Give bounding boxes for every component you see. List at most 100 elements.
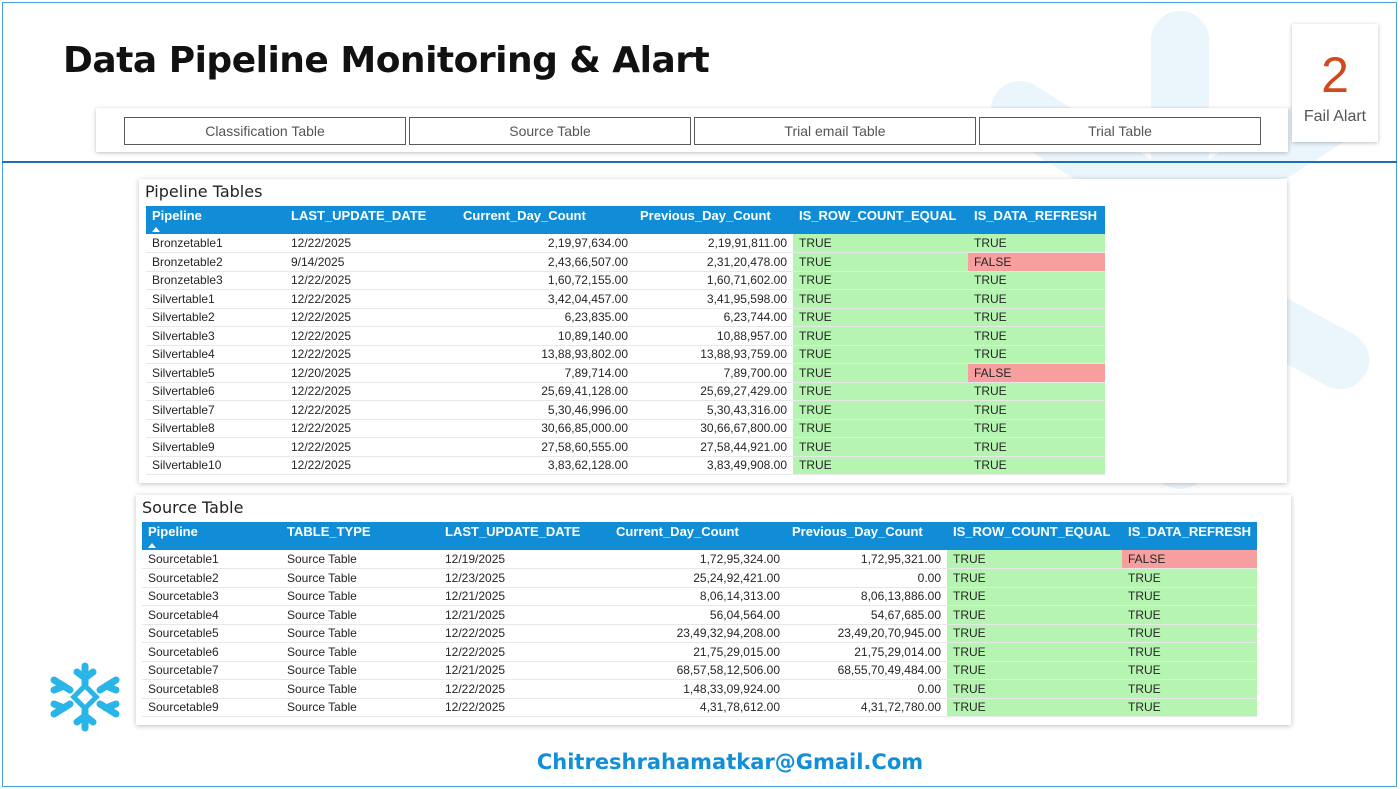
table-row[interactable]: Silvertable6 12/22/2025 25,69,41,128.00 25,… — [146, 382, 1105, 401]
column-header-previous-day-count[interactable]: Previous_Day_Count — [634, 206, 793, 234]
table-row[interactable]: Silvertable1 12/22/2025 3,42,04,457.00 3,41… — [146, 289, 1105, 309]
column-header-current-day-count[interactable]: Current_Day_Count — [610, 522, 786, 550]
status-cell: TRUE — [793, 271, 968, 290]
table-row[interactable]: Silvertable7 12/22/2025 5,30,46,996.00 5,30… — [146, 400, 1105, 420]
status-cell: TRUE — [947, 679, 1122, 699]
table-cell: 12/22/2025 — [285, 400, 457, 420]
pipeline-name-cell: Silvertable9 — [146, 437, 285, 457]
fail-alert-card: 2 Fail Alart — [1292, 24, 1378, 142]
table-row[interactable]: Sourcetable9 Source Table 12/22/2025 4,31,7… — [142, 698, 1257, 717]
column-header-last-update-date[interactable]: LAST_UPDATE_DATE — [285, 206, 457, 234]
table-cell: 12/21/2025 — [439, 661, 610, 680]
source-table-panel: Source Table Pipeline TABLE_TYPE LAST_UP… — [136, 495, 1291, 725]
table-row[interactable]: Silvertable10 12/22/2025 3,83,62,128.00 3,8… — [146, 456, 1105, 475]
status-cell: TRUE — [1122, 642, 1257, 662]
column-header-previous-day-count[interactable]: Previous_Day_Count — [786, 522, 947, 550]
pipeline-name-cell: Sourcetable3 — [142, 587, 281, 606]
status-cell: TRUE — [793, 345, 968, 364]
table-cell: Source Table — [281, 550, 439, 569]
status-cell: TRUE — [968, 271, 1105, 290]
column-header-table-type[interactable]: TABLE_TYPE — [281, 522, 439, 550]
table-row[interactable]: Sourcetable4 Source Table 12/21/2025 56,04,… — [142, 605, 1257, 625]
table-cell: 12/22/2025 — [285, 382, 457, 401]
count-cell: 30,66,67,800.00 — [634, 419, 793, 438]
status-cell: TRUE — [947, 568, 1122, 588]
table-row[interactable]: Silvertable3 12/22/2025 10,89,140.00 10,88,… — [146, 326, 1105, 346]
table-cell: 12/22/2025 — [439, 624, 610, 643]
count-cell: 1,72,95,321.00 — [786, 550, 947, 569]
table-row[interactable]: Silvertable4 12/22/2025 13,88,93,802.00 13,… — [146, 345, 1105, 364]
column-header-current-day-count[interactable]: Current_Day_Count — [457, 206, 634, 234]
count-cell: 2,19,91,811.00 — [634, 234, 793, 253]
fail-alert-label: Fail Alart — [1303, 108, 1367, 125]
column-header-is-data-refresh[interactable]: IS_DATA_REFRESH — [1122, 522, 1257, 550]
table-cell: 12/21/2025 — [439, 587, 610, 606]
table-cell: 9/14/2025 — [285, 252, 457, 272]
table-row[interactable]: Bronzetable3 12/22/2025 1,60,72,155.00 1,60… — [146, 271, 1105, 290]
status-cell: TRUE — [1122, 605, 1257, 625]
status-cell: TRUE — [1122, 661, 1257, 680]
count-cell: 8,06,13,886.00 — [786, 587, 947, 606]
table-tab-bar: Classification Table Source Table Trial … — [96, 108, 1288, 152]
table-row[interactable]: Sourcetable3 Source Table 12/21/2025 8,06,1… — [142, 587, 1257, 606]
table-row[interactable]: Bronzetable2 9/14/2025 2,43,66,507.00 2,31,… — [146, 252, 1105, 272]
pipeline-name-cell: Silvertable6 — [146, 382, 285, 401]
count-cell: 1,72,95,324.00 — [610, 550, 786, 569]
column-header-is-row-count-equal[interactable]: IS_ROW_COUNT_EQUAL — [793, 206, 968, 234]
pipeline-name-cell: Sourcetable2 — [142, 568, 281, 588]
table-row[interactable]: Bronzetable1 12/22/2025 2,19,97,634.00 2,19… — [146, 234, 1105, 253]
status-cell: TRUE — [947, 605, 1122, 625]
count-cell: 3,83,49,908.00 — [634, 456, 793, 475]
column-header-is-data-refresh[interactable]: IS_DATA_REFRESH — [968, 206, 1105, 234]
tab-trial-table[interactable]: Trial Table — [979, 117, 1261, 145]
pipeline-name-cell: Silvertable7 — [146, 400, 285, 420]
count-cell: 56,04,564.00 — [610, 605, 786, 625]
table-cell: Source Table — [281, 605, 439, 625]
table-row[interactable]: Silvertable8 12/22/2025 30,66,85,000.00 30,… — [146, 419, 1105, 438]
tab-source-table[interactable]: Source Table — [409, 117, 691, 145]
tab-classification-table[interactable]: Classification Table — [124, 117, 406, 145]
count-cell: 1,60,72,155.00 — [457, 271, 634, 290]
count-cell: 7,89,700.00 — [634, 363, 793, 383]
table-row[interactable]: Sourcetable2 Source Table 12/23/2025 25,24,… — [142, 568, 1257, 588]
header-divider — [2, 161, 1397, 163]
status-cell: TRUE — [793, 437, 968, 457]
count-cell: 2,31,20,478.00 — [634, 252, 793, 272]
table-row[interactable]: Silvertable2 12/22/2025 6,23,835.00 6,23,74… — [146, 308, 1105, 327]
page-title: Data Pipeline Monitoring & Alart — [63, 40, 710, 81]
status-cell: TRUE — [947, 661, 1122, 680]
table-cell: Source Table — [281, 642, 439, 662]
table-row[interactable]: Silvertable5 12/20/2025 7,89,714.00 7,89,70… — [146, 363, 1105, 383]
status-cell: TRUE — [947, 624, 1122, 643]
status-cell: TRUE — [793, 252, 968, 272]
status-cell: TRUE — [968, 400, 1105, 420]
pipeline-name-cell: Bronzetable1 — [146, 234, 285, 253]
table-cell: 12/22/2025 — [285, 289, 457, 309]
column-header-pipeline[interactable]: Pipeline — [142, 522, 281, 550]
count-cell: 0.00 — [786, 679, 947, 699]
pipeline-name-cell: Sourcetable9 — [142, 698, 281, 717]
pipeline-tables-panel: Pipeline Tables Pipeline LAST_UPDATE_DAT… — [139, 179, 1287, 483]
tab-trial-email-table[interactable]: Trial email Table — [694, 117, 976, 145]
table-row[interactable]: Sourcetable1 Source Table 12/19/2025 1,72,9… — [142, 550, 1257, 569]
table-row[interactable]: Sourcetable5 Source Table 12/22/2025 23,49,… — [142, 624, 1257, 643]
status-cell: TRUE — [793, 456, 968, 475]
column-header-is-row-count-equal[interactable]: IS_ROW_COUNT_EQUAL — [947, 522, 1122, 550]
count-cell: 4,31,78,612.00 — [610, 698, 786, 717]
pipeline-name-cell: Sourcetable4 — [142, 605, 281, 625]
table-row[interactable]: Silvertable9 12/22/2025 27,58,60,555.00 27,… — [146, 437, 1105, 457]
count-cell: 1,48,33,09,924.00 — [610, 679, 786, 699]
count-cell: 25,69,27,429.00 — [634, 382, 793, 401]
table-row[interactable]: Sourcetable6 Source Table 12/22/2025 21,75,… — [142, 642, 1257, 662]
column-header-last-update-date[interactable]: LAST_UPDATE_DATE — [439, 522, 610, 550]
pipeline-name-cell: Silvertable1 — [146, 289, 285, 309]
table-row[interactable]: Sourcetable7 Source Table 12/21/2025 68,57,… — [142, 661, 1257, 680]
pipeline-name-cell: Silvertable10 — [146, 456, 285, 475]
table-cell: 12/22/2025 — [285, 234, 457, 253]
pipeline-name-cell: Silvertable5 — [146, 363, 285, 383]
source-table-title: Source Table — [142, 498, 244, 517]
status-cell: TRUE — [968, 308, 1105, 327]
table-row[interactable]: Sourcetable8 Source Table 12/22/2025 1,48,3… — [142, 679, 1257, 699]
count-cell: 5,30,43,316.00 — [634, 400, 793, 420]
column-header-pipeline[interactable]: Pipeline — [146, 206, 285, 234]
